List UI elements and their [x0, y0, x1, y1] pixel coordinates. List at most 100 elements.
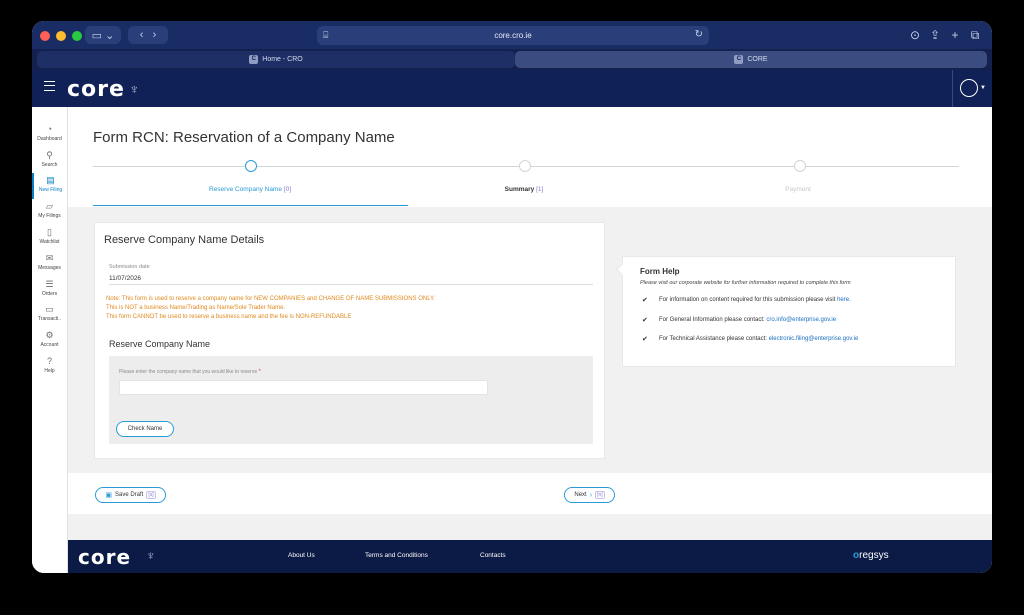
tab-home-cro[interactable]: C Home - CRO [37, 51, 515, 68]
core-logo[interactable]: core [67, 77, 125, 102]
company-name-label: Please enter the company name that you w… [119, 369, 261, 375]
sidebar-toggle-button[interactable]: ▭ ⌄ [85, 26, 121, 44]
sidebar-item-account[interactable]: ⚙ Account [32, 328, 67, 354]
app-sidebar: ◔ Dashboard ⚲ Search ▤ New Filing ▱ My Filin… [32, 107, 68, 573]
input-label-text: Please enter the company name that you w… [119, 369, 258, 375]
help-title: Form Help [640, 267, 680, 276]
url-text: core.cro.ie [494, 31, 532, 40]
tab-label: Home - CRO [262, 56, 303, 63]
help-link[interactable]: cro.info@enterprise.gov.ie [766, 317, 836, 323]
brand-text: regsys [859, 550, 889, 561]
question-icon: ? [46, 356, 52, 366]
help-link[interactable]: electronic.filing@enterprise.gov.ie [769, 336, 859, 342]
note-line-2: This is NOT a business Name/Trading as N… [106, 305, 286, 311]
submission-date-label: Submission date [109, 264, 150, 270]
tab-overview-icon[interactable]: ⧉ [968, 28, 982, 42]
sidebar-item-watchlist[interactable]: ▯ Watchlist [32, 225, 67, 251]
window-controls [40, 31, 82, 41]
chevron-down-icon[interactable]: ▼ [980, 85, 986, 91]
section-title: Reserve Company Name [109, 339, 211, 349]
step-label: Reserve Company Name [208, 186, 282, 193]
check-icon: ✔ [642, 317, 648, 324]
help-row: ✔ For Technical Assistance please contact… [642, 335, 858, 343]
submission-date-value: 11/07/2026 [109, 275, 142, 282]
chevron-right-icon: › [589, 491, 593, 499]
step-label: Summary [504, 186, 535, 193]
sidebar-item-label: Transacti.. [37, 316, 62, 322]
next-button[interactable]: Next › [n] [564, 487, 615, 503]
user-avatar-icon[interactable] [960, 79, 978, 97]
step-2-indicator[interactable] [519, 160, 531, 172]
sidebar-item-label: My Filings [38, 213, 61, 219]
card-title: Reserve Company Name Details [104, 234, 265, 246]
reload-icon[interactable]: ↻ [695, 29, 703, 40]
footer-link-about[interactable]: About Us [288, 552, 315, 559]
minimize-window-button[interactable] [56, 31, 66, 41]
back-forward-buttons[interactable]: ‹ › [128, 26, 168, 44]
help-row: ✔ For General Information please contact:… [642, 316, 836, 324]
step-reserve-company-name[interactable]: Reserve Company Name [0] [150, 186, 350, 193]
details-card: Reserve Company Name Details Submission … [94, 222, 605, 459]
check-name-button[interactable]: Check Name [116, 421, 174, 437]
help-row-text: For information on content required for … [659, 297, 836, 303]
sidebar-item-help[interactable]: ? Help [32, 354, 67, 380]
save-icon: ▣ [105, 492, 112, 499]
card-icon: ▭ [45, 304, 54, 314]
active-step-underline [93, 205, 408, 206]
harp-icon: ♆ [146, 548, 156, 563]
help-row-text: For Technical Assistance please contact: [659, 336, 767, 342]
share-icon[interactable]: ⇪ [928, 28, 942, 42]
tab-core[interactable]: C CORE [515, 51, 987, 68]
form-help-panel: Form Help Please visit our corporate web… [622, 256, 956, 367]
sidebar-item-new-filing[interactable]: ▤ New Filing [32, 173, 67, 199]
step-summary[interactable]: Summary [1] [424, 186, 624, 193]
search-icon: ⚲ [46, 150, 53, 160]
menu-icon[interactable] [44, 81, 55, 91]
step-payment: Payment [698, 186, 898, 193]
help-link[interactable]: here. [837, 297, 851, 303]
sidebar-item-label: Watchlist [39, 239, 60, 245]
step-1-indicator[interactable] [245, 160, 257, 172]
check-icon: ✔ [642, 336, 648, 343]
zoom-window-button[interactable] [72, 31, 82, 41]
header-divider [952, 70, 953, 107]
sidebar-item-label: Search [41, 162, 58, 168]
footer-link-terms[interactable]: Terms and Conditions [365, 552, 428, 559]
help-row: ✔ For information on content required for… [642, 296, 851, 304]
save-draft-button[interactable]: ▣ Save Draft [s] [95, 487, 166, 503]
download-icon[interactable]: ⊙ [908, 28, 922, 42]
close-window-button[interactable] [40, 31, 50, 41]
page-settings-icon[interactable]: ⌸ [323, 30, 328, 41]
sidebar-item-label: Help [44, 368, 55, 374]
company-name-input[interactable] [119, 380, 488, 395]
step-3-indicator [794, 160, 806, 172]
tab-strip: C Home - CRO C CORE [32, 49, 992, 70]
sidebar-item-search[interactable]: ⚲ Search [32, 148, 67, 174]
favicon-icon: C [249, 55, 259, 64]
bookmark-icon: ▯ [47, 227, 52, 237]
browser-window: ▭ ⌄ ‹ › ⌸ core.cro.ie ↻ ⊙ ⇪ + ⧉ C Home -… [32, 21, 992, 573]
footer-logo[interactable]: core [78, 545, 131, 569]
sidebar-item-messages[interactable]: ✉ Messages [32, 251, 67, 277]
address-bar[interactable]: ⌸ core.cro.ie ↻ [317, 26, 709, 45]
harp-icon: ♆ [129, 81, 140, 97]
check-icon: ✔ [642, 297, 648, 304]
sidebar-item-label: Account [40, 342, 59, 348]
company-name-panel: Please enter the company name that you w… [109, 356, 593, 444]
sidebar-item-transactions[interactable]: ▭ Transacti.. [32, 302, 67, 328]
new-tab-icon[interactable]: + [948, 28, 962, 42]
sidebar-item-orders[interactable]: ☰ Orders [32, 277, 67, 303]
footer-link-contacts[interactable]: Contacts [480, 552, 506, 559]
required-marker: * [258, 369, 261, 375]
page-footer: core ♆ About Us Terms and Conditions Con… [68, 540, 992, 573]
folder-icon: ▱ [46, 201, 53, 211]
sidebar-item-dashboard[interactable]: ◔ Dashboard [32, 122, 67, 148]
form-body: Reserve Company Name Details Submission … [68, 207, 992, 540]
step-count: [0] [283, 186, 292, 193]
sidebar-item-my-filings[interactable]: ▱ My Filings [32, 199, 67, 225]
form-navigation-bar: ▣ Save Draft [s] Next › [n] [68, 473, 992, 514]
step-label: Payment [785, 186, 811, 193]
note-line-1: Note: This form is used to reserve a com… [106, 296, 435, 302]
favicon-icon: C [734, 55, 744, 64]
document-icon: ▤ [46, 175, 55, 185]
